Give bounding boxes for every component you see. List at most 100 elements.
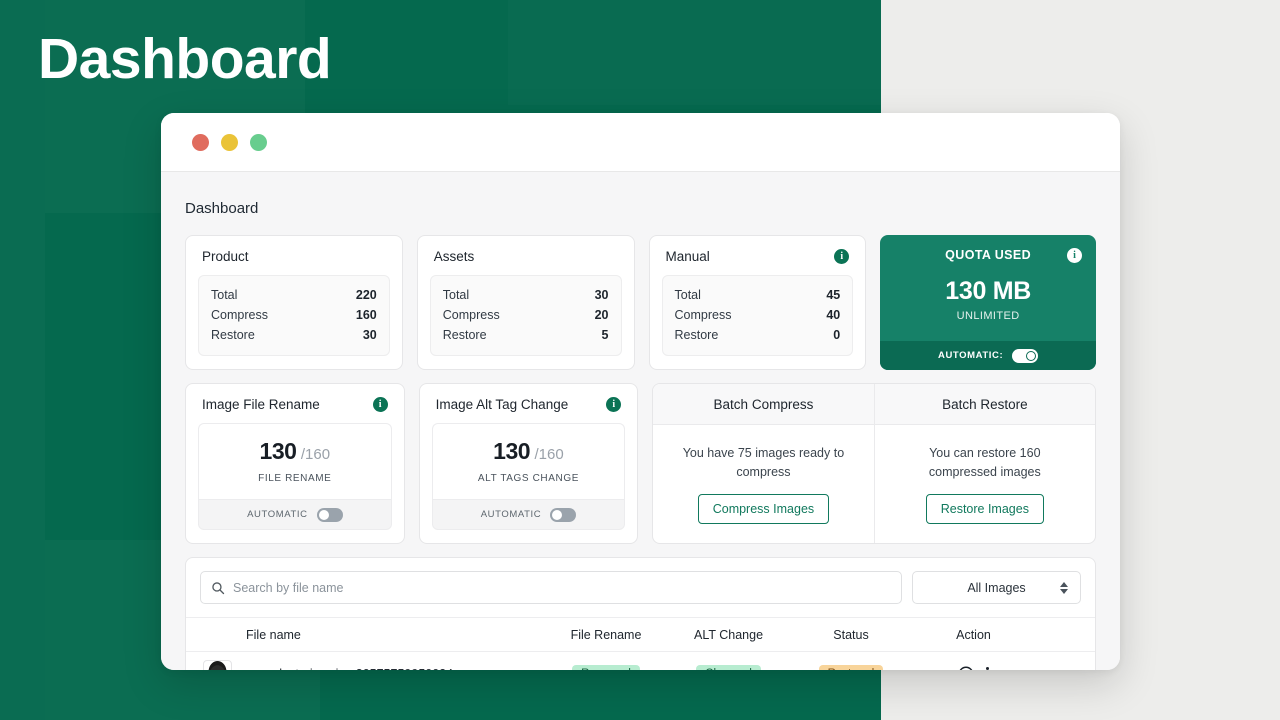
stat-value: 20 [595, 308, 609, 322]
stat-label: Compress [675, 308, 732, 322]
window-close-button[interactable] [192, 134, 209, 151]
status-badge-renamed: Renamed [572, 665, 640, 670]
stat-row: Compress 40 [675, 305, 841, 325]
toggle-knob [552, 510, 562, 520]
card-title: Image Alt Tag Change [436, 397, 569, 412]
column-header-file-rename: File Rename [546, 628, 666, 642]
meter-display: 130 /160 FILE RENAME [198, 423, 392, 499]
stat-row: Compress 160 [211, 305, 377, 325]
quota-label: QUOTA USED [896, 248, 1080, 262]
compress-images-button[interactable]: Compress Images [698, 494, 829, 524]
stat-card-product: Product Total 220 Compress 160 Restore [185, 235, 403, 370]
status-badge-restored: Restored [819, 665, 884, 670]
card-header: Image File Rename i [186, 384, 404, 423]
stat-value: 45 [826, 288, 840, 302]
app-viewport: Dashboard Product Total 220 Compress [161, 172, 1120, 670]
stat-row: Restore 5 [443, 325, 609, 345]
stat-list: Total 30 Compress 20 Restore 5 [430, 275, 622, 356]
meter-value: 130 [260, 438, 297, 464]
info-icon[interactable]: i [373, 397, 388, 412]
stat-row: Restore 0 [675, 325, 841, 345]
card-header: Image Alt Tag Change i [420, 384, 638, 423]
image-filter-value: All Images [967, 581, 1025, 595]
batch-restore-title: Batch Restore [875, 384, 1095, 425]
page-heading: Dashboard [185, 200, 1096, 217]
window-titlebar [161, 113, 1120, 172]
column-header-alt-change: ALT Change [666, 628, 791, 642]
cell-action [911, 666, 1036, 670]
table-header-row: File name File Rename ALT Change Status … [186, 617, 1095, 652]
automatic-toggle[interactable] [1012, 349, 1038, 363]
card-title: Assets [434, 249, 475, 264]
tools-row: Image File Rename i 130 /160 FILE RENAME… [185, 383, 1096, 544]
cell-alt-change: Changed [666, 665, 791, 670]
batch-compress-title: Batch Compress [653, 384, 873, 425]
meter-caption: ALT TAGS CHANGE [443, 473, 615, 484]
batch-compress-body: You have 75 images ready to compress Com… [653, 425, 873, 543]
row-more-menu-icon[interactable] [986, 667, 989, 670]
stat-value: 30 [595, 288, 609, 302]
search-input[interactable] [233, 581, 891, 595]
stat-row: Compress 20 [443, 305, 609, 325]
stat-value: 5 [602, 328, 609, 342]
window-maximize-button[interactable] [250, 134, 267, 151]
toggle-knob [1026, 351, 1036, 361]
info-icon[interactable]: i [1067, 248, 1082, 263]
card-header: Assets [418, 236, 634, 275]
restore-images-button[interactable]: Restore Images [926, 494, 1044, 524]
stat-value: 160 [356, 308, 377, 322]
stat-label: Total [211, 288, 237, 302]
batch-restore-text: You can restore 160 compressed images [897, 444, 1073, 480]
batch-compress-text: You have 75 images ready to compress [675, 444, 851, 480]
stat-card-assets: Assets Total 30 Compress 20 Restore [417, 235, 635, 370]
info-icon[interactable]: i [834, 249, 849, 264]
stat-list: Total 220 Compress 160 Restore 30 [198, 275, 390, 356]
stat-value: 220 [356, 288, 377, 302]
column-header-action: Action [911, 628, 1036, 642]
backdrop-tint-upper-right [508, 0, 881, 105]
hero-title: Dashboard [38, 28, 331, 91]
stat-value: 0 [833, 328, 840, 342]
column-header-status: Status [791, 628, 911, 642]
stat-list: Total 45 Compress 40 Restore 0 [662, 275, 854, 356]
meter-value-group: 130 /160 [209, 438, 381, 465]
quota-used-card: QUOTA USED i 130 MB UNLIMITED AUTOMATIC: [880, 235, 1096, 370]
preview-eye-icon[interactable] [958, 666, 974, 670]
stat-row: Total 220 [211, 285, 377, 305]
table-toolbar: All Images [186, 558, 1095, 617]
file-thumbnail [203, 660, 232, 671]
automatic-toggle[interactable] [550, 508, 576, 522]
window-minimize-button[interactable] [221, 134, 238, 151]
browser-window: Dashboard Product Total 220 Compress [161, 113, 1120, 670]
meter-footer: AUTOMATIC [432, 499, 626, 530]
automatic-label: AUTOMATIC [481, 509, 541, 520]
image-alt-tag-change-card: Image Alt Tag Change i 130 /160 ALT TAGS… [419, 383, 639, 544]
stat-label: Restore [211, 328, 255, 342]
stat-label: Compress [211, 308, 268, 322]
stat-label: Compress [443, 308, 500, 322]
image-file-rename-card: Image File Rename i 130 /160 FILE RENAME… [185, 383, 405, 544]
quota-body: QUOTA USED i 130 MB UNLIMITED [880, 235, 1096, 341]
automatic-label: AUTOMATIC: [938, 350, 1003, 361]
cell-status: Restored [791, 665, 911, 670]
search-field-wrapper[interactable] [200, 571, 902, 604]
meter-denominator: /160 [301, 446, 330, 463]
chevron-updown-icon [1060, 582, 1068, 594]
automatic-label: AUTOMATIC [247, 509, 307, 520]
stat-row: Total 45 [675, 285, 841, 305]
image-filter-select[interactable]: All Images [912, 571, 1081, 604]
stat-row: Restore 30 [211, 325, 377, 345]
status-badge-changed: Changed [696, 665, 761, 670]
stat-label: Restore [443, 328, 487, 342]
stat-row: Total 30 [443, 285, 609, 305]
toggle-knob [319, 510, 329, 520]
stats-row: Product Total 220 Compress 160 Restore [185, 235, 1096, 370]
quota-plan-label: UNLIMITED [896, 310, 1080, 322]
stat-card-manual: Manual i Total 45 Compress 40 R [649, 235, 867, 370]
automatic-toggle[interactable] [317, 508, 343, 522]
table-row[interactable]: a-product-picsmize-30575759950024.png Re… [186, 652, 1095, 670]
info-icon[interactable]: i [606, 397, 621, 412]
card-title: Image File Rename [202, 397, 320, 412]
meter-caption: FILE RENAME [209, 473, 381, 484]
card-header: Manual i [650, 236, 866, 275]
